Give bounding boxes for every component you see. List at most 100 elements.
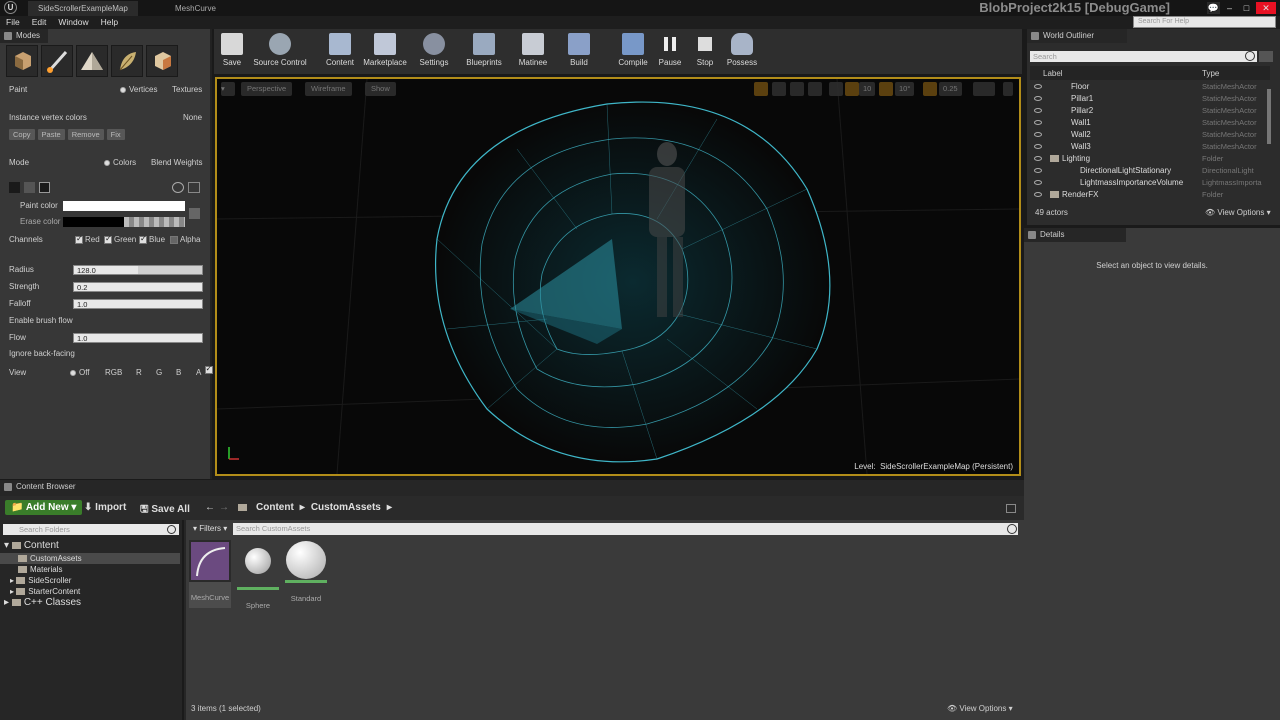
- visibility-eye-icon[interactable]: [1034, 108, 1042, 113]
- breadcrumb-separator-icon[interactable]: ▸: [300, 502, 305, 513]
- push-to-mesh-icon[interactable]: [39, 182, 50, 193]
- world-outliner-tab[interactable]: World Outliner: [1027, 29, 1127, 43]
- foliage-mode-button[interactable]: [111, 45, 143, 77]
- channel-blue[interactable]: Blue: [139, 234, 165, 244]
- breadcrumb-separator-icon[interactable]: ▸: [387, 502, 392, 513]
- rotation-snap-icon[interactable]: [879, 82, 893, 96]
- swap-paint-erase-icon[interactable]: [189, 208, 200, 219]
- outliner-row[interactable]: Pillar1 StaticMeshActor: [1030, 93, 1267, 105]
- fill-icon[interactable]: [24, 182, 35, 193]
- asset-meshcurve[interactable]: MeshCurve: [189, 540, 231, 608]
- cb-view-options[interactable]: 👁 View Options ▾: [947, 704, 1013, 713]
- outliner-folder-row[interactable]: RenderFX Folder: [1030, 189, 1267, 201]
- colors-radio[interactable]: Colors: [104, 158, 136, 167]
- content-button[interactable]: Content: [324, 31, 356, 71]
- menu-help[interactable]: Help: [95, 16, 124, 29]
- stop-button[interactable]: Stop: [693, 31, 717, 71]
- save-icon[interactable]: [188, 182, 200, 193]
- save-button[interactable]: Save: [218, 31, 246, 71]
- transform-icon[interactable]: [754, 82, 768, 96]
- blueprints-button[interactable]: Blueprints: [464, 31, 504, 71]
- channel-red[interactable]: Red: [75, 234, 100, 244]
- lock-icon[interactable]: [1006, 504, 1016, 513]
- rotation-snap-value[interactable]: 10°: [895, 82, 915, 96]
- geometry-mode-button[interactable]: [146, 45, 178, 77]
- menu-window[interactable]: Window: [52, 16, 94, 29]
- content-browser-tab[interactable]: Content Browser: [0, 480, 102, 494]
- fix-button[interactable]: Fix: [106, 129, 125, 140]
- view-b-radio[interactable]: B: [176, 368, 181, 377]
- tab-meshcurve[interactable]: MeshCurve: [165, 1, 226, 16]
- minimize-button[interactable]: –: [1223, 2, 1236, 14]
- channel-green[interactable]: Green: [104, 234, 136, 244]
- blend-weights-radio[interactable]: Blend Weights: [151, 158, 202, 167]
- search-folders-input[interactable]: Search Folders: [3, 524, 179, 535]
- feedback-icon[interactable]: 💬: [1207, 2, 1220, 14]
- tree-item-startercontent[interactable]: ▸ StarterContent: [0, 586, 180, 597]
- breadcrumb-content[interactable]: Content: [256, 502, 294, 513]
- search-assets-input[interactable]: Search CustomAssets: [233, 523, 1018, 535]
- paint-color-swatch[interactable]: [63, 201, 185, 211]
- place-mode-button[interactable]: [6, 45, 38, 77]
- scale-icon[interactable]: [790, 82, 804, 96]
- outliner-row[interactable]: DirectionalLightStationary DirectionalLig…: [1030, 165, 1267, 177]
- tree-item-sidescroller[interactable]: ▸ SideScroller: [0, 575, 180, 586]
- flow-field[interactable]: 1.0: [73, 333, 203, 343]
- save-all-button[interactable]: 🖫 Save All: [140, 502, 190, 519]
- filters-button[interactable]: ▾ Filters ▾: [193, 523, 227, 535]
- compile-button[interactable]: Compile: [616, 31, 650, 71]
- outliner-search-input[interactable]: Search: [1030, 51, 1257, 62]
- outliner-folder-row[interactable]: Lighting Folder: [1030, 153, 1267, 165]
- scale-snap-value[interactable]: 0.25: [939, 82, 962, 96]
- tree-splitter[interactable]: [182, 520, 184, 720]
- paste-button[interactable]: Paste: [37, 129, 65, 140]
- menu-edit[interactable]: Edit: [26, 16, 53, 29]
- outliner-row[interactable]: Wall2 StaticMeshActor: [1030, 129, 1267, 141]
- outliner-row[interactable]: Pillar2 StaticMeshActor: [1030, 105, 1267, 117]
- outliner-row[interactable]: Wall3 StaticMeshActor: [1030, 141, 1267, 153]
- remove-button[interactable]: Remove: [67, 129, 104, 140]
- import-button[interactable]: ⬇ Import: [84, 502, 126, 513]
- build-button[interactable]: Build: [566, 31, 592, 71]
- grid-snap-icon[interactable]: [845, 82, 859, 96]
- outliner-row[interactable]: Wall1 StaticMeshActor: [1030, 117, 1267, 129]
- outliner-row[interactable]: Floor StaticMeshActor: [1030, 81, 1267, 93]
- view-r-radio[interactable]: R: [136, 368, 142, 377]
- erase-alpha-swatch[interactable]: [124, 217, 185, 227]
- visibility-eye-icon[interactable]: [1034, 168, 1042, 173]
- tree-item-materials[interactable]: Materials: [0, 564, 180, 575]
- paint-mode-button[interactable]: [41, 45, 73, 77]
- unreal-logo-icon[interactable]: U: [4, 1, 17, 14]
- source-control-button[interactable]: Source Control: [252, 31, 308, 71]
- tree-item-customassets[interactable]: CustomAssets: [0, 553, 180, 564]
- falloff-field[interactable]: 1.0: [73, 299, 203, 309]
- level-viewport[interactable]: ▾ Perspective Wireframe Show 10 10° 0.25…: [215, 77, 1021, 476]
- erase-color-swatch[interactable]: [63, 217, 124, 227]
- outliner-view-options[interactable]: 👁 View Options ▾: [1205, 208, 1271, 217]
- vertices-radio[interactable]: Vertices: [120, 85, 157, 94]
- outliner-row[interactable]: LightmassImportanceVolume LightmassImport…: [1030, 177, 1267, 189]
- wireframe-button[interactable]: Wireframe: [305, 82, 352, 96]
- viewport-menu-icon[interactable]: ▾: [221, 82, 235, 96]
- breadcrumb-customassets[interactable]: CustomAssets: [311, 502, 381, 513]
- maximize-button[interactable]: □: [1240, 2, 1253, 14]
- visibility-eye-icon[interactable]: [1034, 180, 1042, 185]
- tree-cpp-classes[interactable]: ▸ C++ Classes: [0, 597, 180, 610]
- add-new-button[interactable]: 📁 Add New ▾: [5, 500, 83, 515]
- visibility-eye-icon[interactable]: [1034, 132, 1042, 137]
- view-rgb-radio[interactable]: RGB: [105, 368, 122, 377]
- radius-field[interactable]: 128.0: [73, 265, 203, 275]
- menu-file[interactable]: File: [0, 16, 26, 29]
- history-back-icon[interactable]: ←: [205, 502, 215, 513]
- copy-button[interactable]: Copy: [9, 129, 35, 140]
- pause-button[interactable]: Pause: [657, 31, 683, 71]
- show-button[interactable]: Show: [365, 82, 396, 96]
- visibility-eye-icon[interactable]: [1034, 120, 1042, 125]
- asset-standard[interactable]: Standard: [285, 540, 327, 604]
- visibility-eye-icon[interactable]: [1034, 156, 1042, 161]
- visibility-eye-icon[interactable]: [1034, 96, 1042, 101]
- view-g-radio[interactable]: G: [156, 368, 162, 377]
- visibility-eye-icon[interactable]: [1034, 192, 1042, 197]
- outliner-scrollbar[interactable]: [1267, 89, 1271, 144]
- view-a-radio[interactable]: A: [196, 368, 201, 377]
